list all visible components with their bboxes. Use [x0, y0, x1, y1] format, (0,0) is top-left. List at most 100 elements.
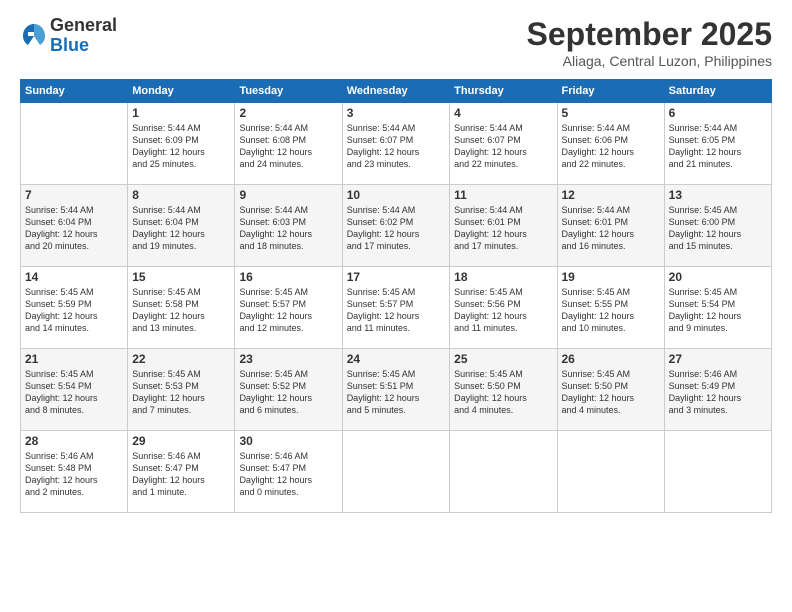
col-wednesday: Wednesday — [342, 80, 449, 103]
table-row: 14 Sunrise: 5:45 AM Sunset: 5:59 PM Dayli… — [21, 267, 128, 349]
day-info: Sunrise: 5:45 AM Sunset: 5:53 PM Dayligh… — [132, 368, 230, 417]
day-number: 13 — [669, 188, 767, 202]
day-number: 28 — [25, 434, 123, 448]
table-row: 30 Sunrise: 5:46 AM Sunset: 5:47 PM Dayli… — [235, 431, 342, 513]
table-row: 27 Sunrise: 5:46 AM Sunset: 5:49 PM Dayli… — [664, 349, 771, 431]
day-info: Sunrise: 5:44 AM Sunset: 6:04 PM Dayligh… — [25, 204, 123, 253]
table-row: 12 Sunrise: 5:44 AM Sunset: 6:01 PM Dayli… — [557, 185, 664, 267]
day-info: Sunrise: 5:45 AM Sunset: 5:50 PM Dayligh… — [454, 368, 552, 417]
day-number: 17 — [347, 270, 445, 284]
day-info: Sunrise: 5:44 AM Sunset: 6:05 PM Dayligh… — [669, 122, 767, 171]
header: General Blue September 2025 Aliaga, Cent… — [20, 16, 772, 69]
table-row: 20Sunrise: 5:45 AM Sunset: 5:54 PM Dayli… — [664, 267, 771, 349]
day-info: Sunrise: 5:45 AM Sunset: 5:52 PM Dayligh… — [239, 368, 337, 417]
day-number: 15 — [132, 270, 230, 284]
day-number: 27 — [669, 352, 767, 366]
day-number: 14 — [25, 270, 123, 284]
day-info: Sunrise: 5:45 AM Sunset: 5:51 PM Dayligh… — [347, 368, 445, 417]
day-info: Sunrise: 5:44 AM Sunset: 6:02 PM Dayligh… — [347, 204, 445, 253]
table-row: 5 Sunrise: 5:44 AM Sunset: 6:06 PM Daylig… — [557, 103, 664, 185]
table-row: 19Sunrise: 5:45 AM Sunset: 5:55 PM Dayli… — [557, 267, 664, 349]
col-tuesday: Tuesday — [235, 80, 342, 103]
table-row: 1 Sunrise: 5:44 AM Sunset: 6:09 PM Daylig… — [128, 103, 235, 185]
day-info: Sunrise: 5:46 AM Sunset: 5:47 PM Dayligh… — [132, 450, 230, 499]
table-row: 24 Sunrise: 5:45 AM Sunset: 5:51 PM Dayli… — [342, 349, 449, 431]
day-info: Sunrise: 5:45 AM Sunset: 5:50 PM Dayligh… — [562, 368, 660, 417]
table-row: 29 Sunrise: 5:46 AM Sunset: 5:47 PM Dayli… — [128, 431, 235, 513]
day-number: 4 — [454, 106, 552, 120]
table-row: 22 Sunrise: 5:45 AM Sunset: 5:53 PM Dayli… — [128, 349, 235, 431]
table-row: 3Sunrise: 5:44 AM Sunset: 6:07 PM Daylig… — [342, 103, 449, 185]
table-row: 6 Sunrise: 5:44 AM Sunset: 6:05 PM Daylig… — [664, 103, 771, 185]
day-number: 21 — [25, 352, 123, 366]
title-section: September 2025 Aliaga, Central Luzon, Ph… — [527, 16, 772, 69]
day-number: 24 — [347, 352, 445, 366]
table-row — [342, 431, 449, 513]
day-info: Sunrise: 5:45 AM Sunset: 5:54 PM Dayligh… — [669, 286, 767, 335]
day-number: 8 — [132, 188, 230, 202]
day-number: 29 — [132, 434, 230, 448]
day-info: Sunrise: 5:44 AM Sunset: 6:01 PM Dayligh… — [562, 204, 660, 253]
day-info: Sunrise: 5:44 AM Sunset: 6:01 PM Dayligh… — [454, 204, 552, 253]
day-info: Sunrise: 5:44 AM Sunset: 6:09 PM Dayligh… — [132, 122, 230, 171]
day-number: 1 — [132, 106, 230, 120]
day-number: 12 — [562, 188, 660, 202]
table-row: 11 Sunrise: 5:44 AM Sunset: 6:01 PM Dayli… — [450, 185, 557, 267]
table-row: 8 Sunrise: 5:44 AM Sunset: 6:04 PM Daylig… — [128, 185, 235, 267]
day-number: 5 — [562, 106, 660, 120]
table-row: 4 Sunrise: 5:44 AM Sunset: 6:07 PM Daylig… — [450, 103, 557, 185]
day-info: Sunrise: 5:46 AM Sunset: 5:48 PM Dayligh… — [25, 450, 123, 499]
day-info: Sunrise: 5:44 AM Sunset: 6:06 PM Dayligh… — [562, 122, 660, 171]
day-info: Sunrise: 5:45 AM Sunset: 5:58 PM Dayligh… — [132, 286, 230, 335]
table-row: 28 Sunrise: 5:46 AM Sunset: 5:48 PM Dayli… — [21, 431, 128, 513]
day-number: 30 — [239, 434, 337, 448]
day-number: 18 — [454, 270, 552, 284]
calendar-week-row: 1 Sunrise: 5:44 AM Sunset: 6:09 PM Daylig… — [21, 103, 772, 185]
table-row: 25Sunrise: 5:45 AM Sunset: 5:50 PM Dayli… — [450, 349, 557, 431]
day-number: 16 — [239, 270, 337, 284]
day-info: Sunrise: 5:45 AM Sunset: 5:59 PM Dayligh… — [25, 286, 123, 335]
table-row: 2Sunrise: 5:44 AM Sunset: 6:08 PM Daylig… — [235, 103, 342, 185]
table-row: 17 Sunrise: 5:45 AM Sunset: 5:57 PM Dayli… — [342, 267, 449, 349]
calendar-week-row: 28 Sunrise: 5:46 AM Sunset: 5:48 PM Dayli… — [21, 431, 772, 513]
table-row: 16 Sunrise: 5:45 AM Sunset: 5:57 PM Dayli… — [235, 267, 342, 349]
logo-text: General Blue — [50, 16, 117, 56]
col-monday: Monday — [128, 80, 235, 103]
col-friday: Friday — [557, 80, 664, 103]
day-info: Sunrise: 5:44 AM Sunset: 6:03 PM Dayligh… — [239, 204, 337, 253]
logo: General Blue — [20, 16, 117, 56]
day-info: Sunrise: 5:45 AM Sunset: 5:54 PM Dayligh… — [25, 368, 123, 417]
table-row: 15 Sunrise: 5:45 AM Sunset: 5:58 PM Dayli… — [128, 267, 235, 349]
day-number: 6 — [669, 106, 767, 120]
day-info: Sunrise: 5:45 AM Sunset: 5:57 PM Dayligh… — [239, 286, 337, 335]
day-number: 7 — [25, 188, 123, 202]
table-row — [664, 431, 771, 513]
col-saturday: Saturday — [664, 80, 771, 103]
table-row: 9Sunrise: 5:44 AM Sunset: 6:03 PM Daylig… — [235, 185, 342, 267]
table-row: 10Sunrise: 5:44 AM Sunset: 6:02 PM Dayli… — [342, 185, 449, 267]
day-info: Sunrise: 5:44 AM Sunset: 6:08 PM Dayligh… — [239, 122, 337, 171]
table-row: 26 Sunrise: 5:45 AM Sunset: 5:50 PM Dayli… — [557, 349, 664, 431]
day-info: Sunrise: 5:45 AM Sunset: 6:00 PM Dayligh… — [669, 204, 767, 253]
day-info: Sunrise: 5:46 AM Sunset: 5:49 PM Dayligh… — [669, 368, 767, 417]
page: General Blue September 2025 Aliaga, Cent… — [0, 0, 792, 523]
calendar-week-row: 21 Sunrise: 5:45 AM Sunset: 5:54 PM Dayli… — [21, 349, 772, 431]
day-number: 11 — [454, 188, 552, 202]
logo-icon — [20, 22, 48, 50]
table-row — [557, 431, 664, 513]
day-number: 26 — [562, 352, 660, 366]
day-info: Sunrise: 5:45 AM Sunset: 5:56 PM Dayligh… — [454, 286, 552, 335]
day-info: Sunrise: 5:45 AM Sunset: 5:57 PM Dayligh… — [347, 286, 445, 335]
col-thursday: Thursday — [450, 80, 557, 103]
calendar: Sunday Monday Tuesday Wednesday Thursday… — [20, 79, 772, 513]
day-info: Sunrise: 5:44 AM Sunset: 6:07 PM Dayligh… — [454, 122, 552, 171]
day-info: Sunrise: 5:46 AM Sunset: 5:47 PM Dayligh… — [239, 450, 337, 499]
month-title: September 2025 — [527, 16, 772, 53]
day-info: Sunrise: 5:44 AM Sunset: 6:04 PM Dayligh… — [132, 204, 230, 253]
table-row: 18 Sunrise: 5:45 AM Sunset: 5:56 PM Dayli… — [450, 267, 557, 349]
table-row: 21 Sunrise: 5:45 AM Sunset: 5:54 PM Dayli… — [21, 349, 128, 431]
day-number: 22 — [132, 352, 230, 366]
calendar-week-row: 7 Sunrise: 5:44 AM Sunset: 6:04 PM Daylig… — [21, 185, 772, 267]
location-title: Aliaga, Central Luzon, Philippines — [527, 53, 772, 69]
day-info: Sunrise: 5:44 AM Sunset: 6:07 PM Dayligh… — [347, 122, 445, 171]
